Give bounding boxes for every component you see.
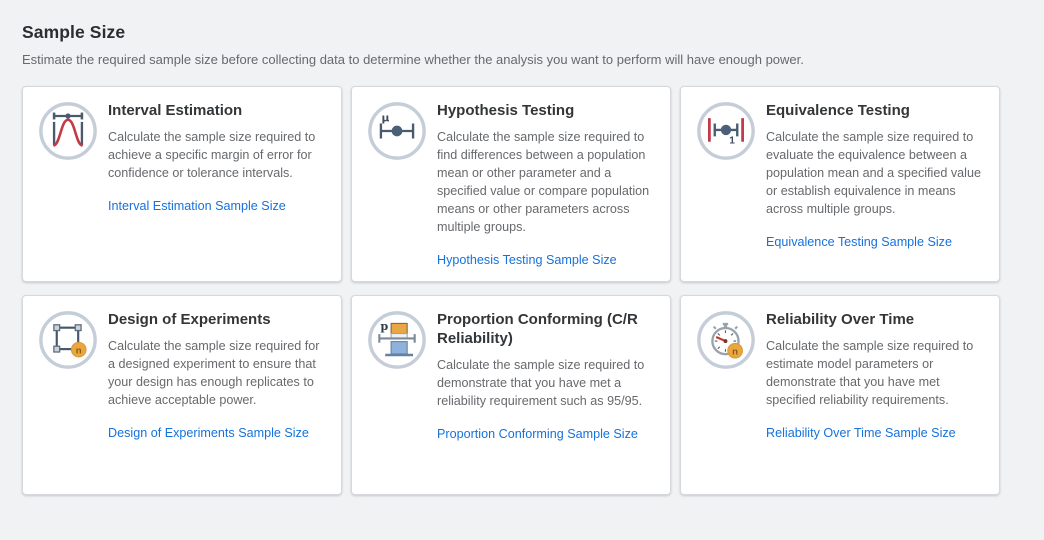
design-of-experiments-icon: n [38,310,98,370]
design-of-experiments-link[interactable]: Design of Experiments Sample Size [108,426,309,440]
svg-text:1: 1 [729,135,735,146]
card-description: Calculate the sample size required to fi… [437,128,655,236]
interval-estimation-icon [38,101,98,161]
card-title: Interval Estimation [108,102,326,121]
card-description: Calculate the sample size required to ac… [108,128,326,182]
hypothesis-testing-link[interactable]: Hypothesis Testing Sample Size [437,253,617,267]
sample-size-card-grid: Interval Estimation Calculate the sample… [22,86,1044,495]
card-description: Calculate the sample size required to ev… [766,128,984,218]
card-title: Hypothesis Testing [437,102,655,121]
card-design-of-experiments: n Design of Experiments Calculate the sa… [22,295,342,495]
card-title: Equivalence Testing [766,102,984,121]
card-hypothesis-testing: μ Hypothesis Testing Calculate the sampl… [351,86,671,282]
reliability-over-time-link[interactable]: Reliability Over Time Sample Size [766,426,956,440]
card-description: Calculate the sample size required for a… [108,337,326,409]
card-title: Reliability Over Time [766,311,984,330]
card-title: Design of Experiments [108,311,326,330]
card-description: Calculate the sample size required to de… [437,356,655,410]
page-title: Sample Size [22,22,1044,43]
interval-estimation-link[interactable]: Interval Estimation Sample Size [108,199,286,213]
proportion-conforming-icon: p [367,310,427,370]
sample-size-page: Sample Size Estimate the required sample… [0,0,1044,495]
svg-text:n: n [76,345,82,356]
svg-text:n: n [732,346,738,357]
equivalence-testing-link[interactable]: Equivalence Testing Sample Size [766,235,952,249]
card-description: Calculate the sample size required to es… [766,337,984,409]
card-reliability-over-time: n Reliability Over Time Calculate the sa… [680,295,1000,495]
hypothesis-testing-icon: μ [367,101,427,161]
card-proportion-conforming: p Proportion Conforming (C/R Reliability… [351,295,671,495]
reliability-over-time-icon: n [696,310,756,370]
svg-text:μ: μ [381,111,389,124]
svg-text:p: p [380,319,388,333]
card-equivalence-testing: 1 Equivalence Testing Calculate the samp… [680,86,1000,282]
page-subtitle: Estimate the required sample size before… [22,52,1044,67]
proportion-conforming-link[interactable]: Proportion Conforming Sample Size [437,427,638,441]
card-title: Proportion Conforming (C/R Reliability) [437,311,655,349]
equivalence-testing-icon: 1 [696,101,756,161]
card-interval-estimation: Interval Estimation Calculate the sample… [22,86,342,282]
